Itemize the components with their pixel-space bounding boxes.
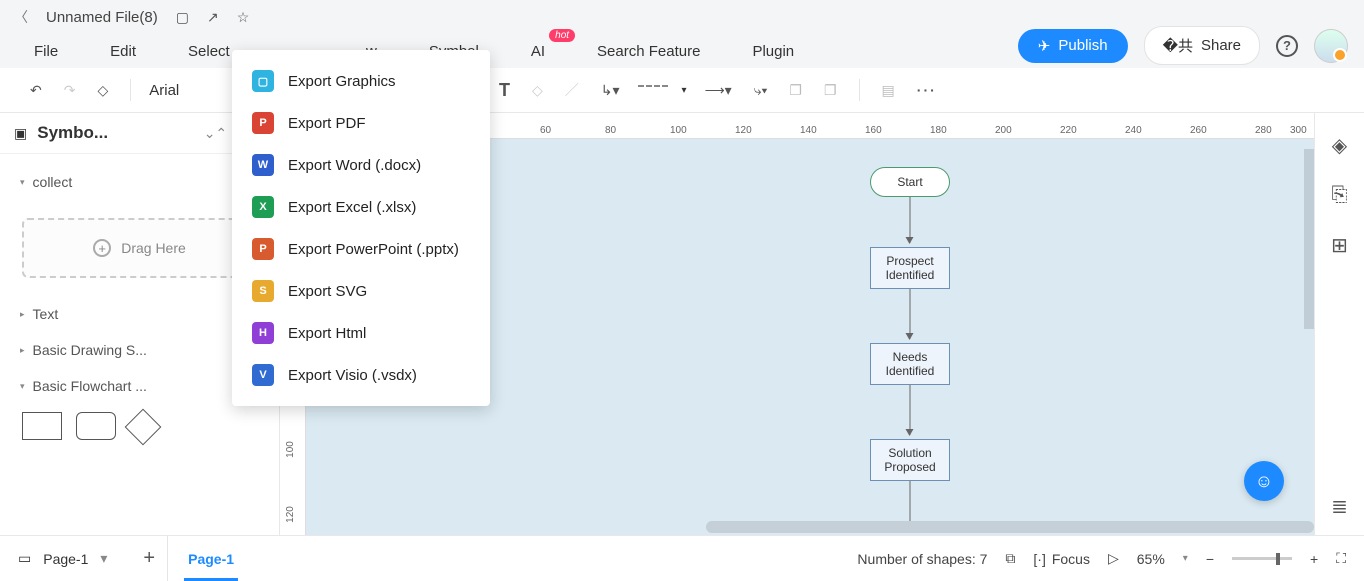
settings-rail-icon[interactable]: ≣: [1331, 494, 1348, 519]
export-svg[interactable]: SExport SVG: [232, 270, 490, 312]
page-tabs: Page-1: [168, 551, 254, 567]
svg-file-icon: S: [252, 280, 274, 302]
menu-select[interactable]: Select: [188, 43, 230, 60]
assistant-bubble[interactable]: ☺: [1244, 461, 1284, 501]
shape-diamond[interactable]: [125, 409, 162, 446]
text-tool-icon[interactable]: T: [495, 76, 514, 105]
export-menu: ▢Export Graphics PExport PDF WExport Wor…: [232, 50, 490, 406]
hot-badge: hot: [549, 29, 575, 42]
library-icon: ▣: [14, 125, 27, 142]
menu-plugin[interactable]: Plugin: [752, 43, 794, 60]
zoom-out-icon[interactable]: −: [1206, 551, 1214, 567]
word-file-icon: W: [252, 154, 274, 176]
share-label: Share: [1201, 37, 1241, 54]
format-toolbar: ↶ ↷ ◇ Arial U A T̶ ≡ ≣▾ T ◇ ／ ↳▾ ▾ ⟶▾ ⤷▾…: [0, 68, 1364, 113]
export-excel[interactable]: XExport Excel (.xlsx): [232, 186, 490, 228]
menu-file[interactable]: File: [34, 43, 58, 60]
paper-plane-icon: ✈: [1038, 37, 1051, 55]
share-button[interactable]: �共 Share: [1144, 26, 1260, 65]
file-name[interactable]: Unnamed File(8): [46, 9, 158, 26]
save-icon[interactable]: ▢: [176, 9, 189, 26]
excel-file-icon: X: [252, 196, 274, 218]
fill-icon[interactable]: ◇: [528, 78, 547, 103]
shapes-row: [0, 404, 279, 448]
back-icon[interactable]: 〈: [14, 7, 28, 27]
page-tab-1[interactable]: Page-1: [184, 540, 238, 581]
avatar[interactable]: [1314, 29, 1348, 63]
export-graphics[interactable]: ▢Export Graphics: [232, 60, 490, 102]
page-dropdown[interactable]: ▭ Page-1 ▾ +: [18, 536, 168, 581]
v-scrollbar[interactable]: [1304, 149, 1314, 329]
zoom-level[interactable]: 65%: [1137, 551, 1165, 567]
star-icon[interactable]: ☆: [237, 9, 250, 26]
flow-arrow-3[interactable]: [910, 385, 911, 435]
export-powerpoint[interactable]: PExport PowerPoint (.pptx): [232, 228, 490, 270]
share-icon: �共: [1163, 35, 1193, 56]
graphics-file-icon: ▢: [252, 70, 274, 92]
theme-icon[interactable]: ◈: [1332, 133, 1347, 158]
apps-icon[interactable]: ⊞: [1331, 233, 1348, 258]
layers-icon[interactable]: ⧉: [1005, 550, 1015, 567]
menu-search-feature[interactable]: Search Feature: [597, 43, 700, 60]
connector-icon[interactable]: ↳▾: [597, 78, 624, 103]
format-painter-icon[interactable]: ◇: [93, 78, 112, 103]
zoom-in-icon[interactable]: +: [1310, 551, 1318, 567]
more-icon[interactable]: ···: [913, 78, 941, 102]
align-objects-icon[interactable]: ▤: [878, 78, 899, 103]
export-word[interactable]: WExport Word (.docx): [232, 144, 490, 186]
export-rail-icon[interactable]: ⎘: [1332, 184, 1348, 207]
shape-round-rect[interactable]: [76, 412, 116, 440]
plus-icon: +: [93, 239, 111, 257]
menu-ai-label: AI: [531, 43, 545, 60]
ppt-file-icon: P: [252, 238, 274, 260]
endpoint-icon[interactable]: ⤷▾: [750, 78, 772, 103]
drag-here-target[interactable]: + Drag Here: [22, 218, 257, 278]
focus-group[interactable]: [·] Focus: [1033, 551, 1090, 567]
flow-solution[interactable]: SolutionProposed: [870, 439, 950, 481]
back-layer-icon[interactable]: ❐: [785, 78, 806, 103]
chevrons-icon[interactable]: ⌄⌃: [204, 125, 227, 142]
export-pdf[interactable]: PExport PDF: [232, 102, 490, 144]
open-external-icon[interactable]: ↗: [207, 9, 219, 26]
menu-edit[interactable]: Edit: [110, 43, 136, 60]
add-page-icon[interactable]: +: [143, 547, 155, 570]
front-layer-icon[interactable]: ❐: [820, 78, 841, 103]
flow-start[interactable]: Start: [870, 167, 950, 197]
redo-icon[interactable]: ↷: [60, 78, 80, 103]
shape-rect[interactable]: [22, 412, 62, 440]
shape-count: Number of shapes: 7: [857, 551, 987, 567]
h-scrollbar[interactable]: [706, 521, 1314, 533]
publish-button[interactable]: ✈ Publish: [1018, 29, 1128, 63]
flow-prospect[interactable]: ProspectIdentified: [870, 247, 950, 289]
play-icon[interactable]: ▷: [1108, 550, 1119, 567]
export-visio[interactable]: VExport Visio (.vsdx): [232, 354, 490, 396]
visio-file-icon: V: [252, 364, 274, 386]
menu-ai[interactable]: AI hot: [531, 43, 545, 60]
flow-needs[interactable]: NeedsIdentified: [870, 343, 950, 385]
flow-arrow-1[interactable]: [910, 197, 911, 243]
brush-icon[interactable]: ／: [561, 76, 583, 104]
sidebar-title: Symbo...: [37, 123, 193, 143]
help-icon[interactable]: ?: [1276, 35, 1298, 57]
pdf-file-icon: P: [252, 112, 274, 134]
paper: Start ProspectIdentified NeedsIdentified…: [506, 139, 1314, 535]
flow-arrow-2[interactable]: [910, 289, 911, 339]
export-html[interactable]: HExport Html: [232, 312, 490, 354]
fullscreen-icon[interactable]: ⛶: [1336, 550, 1346, 567]
menu-bar: File Edit Select View w Symbol AI hot Se…: [0, 34, 1364, 68]
drag-here-label: Drag Here: [121, 240, 186, 256]
menu-right: ✈ Publish �共 Share ?: [1018, 26, 1348, 65]
undo-icon[interactable]: ↶: [26, 78, 46, 103]
right-rail: ◈ ⎘ ⊞ ≣: [1314, 113, 1364, 535]
pages-icon: ▭: [18, 550, 31, 567]
status-bar: ▭ Page-1 ▾ + Page-1 Number of shapes: 7 …: [0, 535, 1364, 581]
zoom-slider[interactable]: [1232, 557, 1292, 560]
arrow-style-icon[interactable]: ⟶▾: [701, 78, 736, 103]
line-style-icon[interactable]: [638, 85, 668, 95]
publish-label: Publish: [1058, 37, 1107, 54]
html-file-icon: H: [252, 322, 274, 344]
